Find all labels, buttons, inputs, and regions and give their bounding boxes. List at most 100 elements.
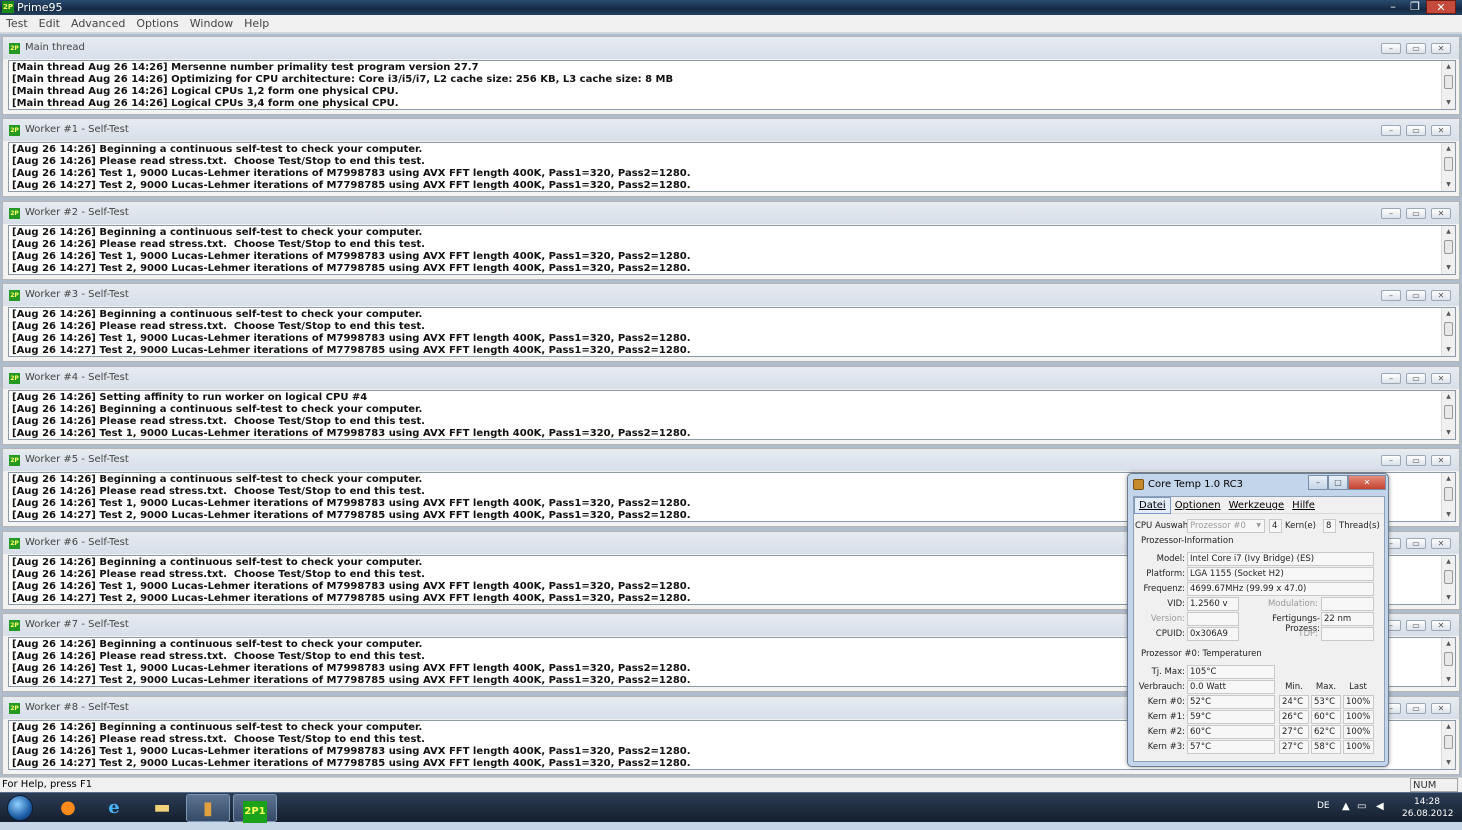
scroll-down-icon[interactable]: ▼	[1442, 758, 1455, 768]
pane-maximize-button[interactable]: ▭	[1406, 455, 1426, 466]
pane-close-button[interactable]: ✕	[1431, 290, 1451, 301]
scroll-down-icon[interactable]: ▼	[1442, 675, 1455, 685]
log-area[interactable]: [Aug 26 14:26] Beginning a continuous se…	[8, 225, 1456, 275]
pane-minimize-button[interactable]: –	[1381, 455, 1401, 466]
scroll-up-icon[interactable]: ▲	[1442, 309, 1455, 319]
clock[interactable]: 14:28 26.08.2012	[1402, 796, 1454, 820]
coretemp-taskbar-button[interactable]: ▮	[186, 794, 230, 822]
vertical-scrollbar[interactable]: ▲ ▼	[1441, 638, 1455, 686]
pane-close-button[interactable]: ✕	[1431, 373, 1451, 384]
scroll-thumb[interactable]	[1444, 735, 1453, 749]
scroll-thumb[interactable]	[1444, 570, 1453, 584]
scroll-down-icon[interactable]: ▼	[1442, 345, 1455, 355]
menu-advanced[interactable]: Advanced	[65, 15, 130, 30]
log-line: [Aug 26 14:26] Beginning a continuous se…	[12, 144, 423, 155]
scroll-up-icon[interactable]: ▲	[1442, 62, 1455, 72]
log-area[interactable]: [Main thread Aug 26 14:26] Mersenne numb…	[8, 60, 1456, 110]
coretemp-close-button[interactable]: ✕	[1348, 475, 1386, 490]
menu-werkzeuge[interactable]: Werkzeuge	[1225, 498, 1289, 513]
network-icon[interactable]: ▭	[1357, 801, 1366, 812]
log-area[interactable]: [Aug 26 14:26] Beginning a continuous se…	[8, 142, 1456, 192]
vertical-scrollbar[interactable]: ▲ ▼	[1441, 391, 1455, 439]
scroll-thumb[interactable]	[1444, 652, 1453, 666]
pane-close-button[interactable]: ✕	[1431, 620, 1451, 631]
scroll-down-icon[interactable]: ▼	[1442, 428, 1455, 438]
core-label: Kern #0:	[1147, 697, 1185, 707]
menu-datei[interactable]: Datei	[1134, 497, 1171, 514]
scroll-up-icon[interactable]: ▲	[1442, 639, 1455, 649]
minimize-button[interactable]: –	[1381, 0, 1405, 14]
pane-maximize-button[interactable]: ▭	[1406, 43, 1426, 54]
pane-minimize-button[interactable]: –	[1381, 373, 1401, 384]
menu-edit[interactable]: Edit	[33, 15, 65, 30]
firefox-taskbar-button[interactable]: ●	[46, 794, 90, 822]
menu-help[interactable]: Help	[238, 15, 274, 30]
show-hidden-icons-icon[interactable]: ▲	[1342, 801, 1350, 812]
scroll-down-icon[interactable]: ▼	[1442, 263, 1455, 273]
scroll-thumb[interactable]	[1444, 75, 1453, 89]
pane-maximize-button[interactable]: ▭	[1406, 703, 1426, 714]
scroll-thumb[interactable]	[1444, 405, 1453, 419]
pane-maximize-button[interactable]: ▭	[1406, 290, 1426, 301]
explorer-taskbar-button[interactable]: ▬	[140, 794, 184, 822]
scroll-up-icon[interactable]: ▲	[1442, 557, 1455, 567]
pane-close-button[interactable]: ✕	[1431, 703, 1451, 714]
pane-minimize-button[interactable]: –	[1381, 208, 1401, 219]
scroll-up-icon[interactable]: ▲	[1442, 474, 1455, 484]
vertical-scrollbar[interactable]: ▲ ▼	[1441, 308, 1455, 356]
pane-maximize-button[interactable]: ▭	[1406, 620, 1426, 631]
menu-options[interactable]: Options	[130, 15, 183, 30]
language-indicator[interactable]: DE	[1317, 801, 1330, 811]
scroll-up-icon[interactable]: ▲	[1442, 144, 1455, 154]
volume-icon[interactable]: ◀	[1376, 801, 1384, 812]
pane-minimize-button[interactable]: –	[1381, 290, 1401, 301]
scroll-thumb[interactable]	[1444, 487, 1453, 501]
cpu-select-dropdown[interactable]: Prozessor #0 ▼	[1187, 519, 1265, 533]
vertical-scrollbar[interactable]: ▲ ▼	[1441, 473, 1455, 521]
pane-minimize-button[interactable]: –	[1381, 125, 1401, 136]
coretemp-minimize-button[interactable]: –	[1308, 475, 1328, 490]
scroll-up-icon[interactable]: ▲	[1442, 227, 1455, 237]
pane-close-button[interactable]: ✕	[1431, 125, 1451, 136]
vertical-scrollbar[interactable]: ▲ ▼	[1441, 721, 1455, 769]
pane-maximize-button[interactable]: ▭	[1406, 125, 1426, 136]
maximize-button[interactable]: ❐	[1403, 0, 1427, 14]
coretemp-maximize-button[interactable]: □	[1328, 475, 1348, 490]
vertical-scrollbar[interactable]: ▲ ▼	[1441, 61, 1455, 109]
menu-test[interactable]: Test	[0, 15, 33, 30]
ie-taskbar-button[interactable]: e	[92, 794, 136, 822]
scroll-down-icon[interactable]: ▼	[1442, 180, 1455, 190]
scroll-down-icon[interactable]: ▼	[1442, 593, 1455, 603]
vertical-scrollbar[interactable]: ▲ ▼	[1441, 143, 1455, 191]
log-area[interactable]: [Aug 26 14:26] Beginning a continuous se…	[8, 307, 1456, 357]
start-button[interactable]	[0, 794, 40, 822]
menu-window[interactable]: Window	[184, 15, 238, 30]
pane-maximize-button[interactable]: ▭	[1406, 208, 1426, 219]
prime95-icon: 2P	[9, 455, 20, 466]
menu-optionen[interactable]: Optionen	[1171, 498, 1225, 513]
pane-minimize-button[interactable]: –	[1381, 43, 1401, 54]
pane-close-button[interactable]: ✕	[1431, 455, 1451, 466]
scroll-down-icon[interactable]: ▼	[1442, 98, 1455, 108]
pane-close-button[interactable]: ✕	[1431, 208, 1451, 219]
scroll-up-icon[interactable]: ▲	[1442, 392, 1455, 402]
log-line: [Aug 26 14:26] Beginning a continuous se…	[12, 404, 423, 415]
scroll-thumb[interactable]	[1444, 322, 1453, 336]
log-line: [Aug 26 14:27] Test 2, 9000 Lucas-Lehmer…	[12, 675, 691, 686]
pane-close-button[interactable]: ✕	[1431, 538, 1451, 549]
log-area[interactable]: [Aug 26 14:26] Setting affinity to run w…	[8, 390, 1456, 440]
scroll-up-icon[interactable]: ▲	[1442, 722, 1455, 732]
scroll-down-icon[interactable]: ▼	[1442, 510, 1455, 520]
pane-close-button[interactable]: ✕	[1431, 43, 1451, 54]
scroll-thumb[interactable]	[1444, 157, 1453, 171]
modulation-label: Modulation:	[1267, 599, 1318, 609]
vertical-scrollbar[interactable]: ▲ ▼	[1441, 556, 1455, 604]
prime95-taskbar-button[interactable]: 2P1	[233, 794, 277, 823]
pane-maximize-button[interactable]: ▭	[1406, 538, 1426, 549]
scroll-thumb[interactable]	[1444, 240, 1453, 254]
close-button[interactable]: ✕	[1426, 0, 1456, 14]
vertical-scrollbar[interactable]: ▲ ▼	[1441, 226, 1455, 274]
pane-maximize-button[interactable]: ▭	[1406, 373, 1426, 384]
prime95-icon: 2P	[2, 1, 14, 13]
menu-hilfe[interactable]: Hilfe	[1288, 498, 1319, 513]
